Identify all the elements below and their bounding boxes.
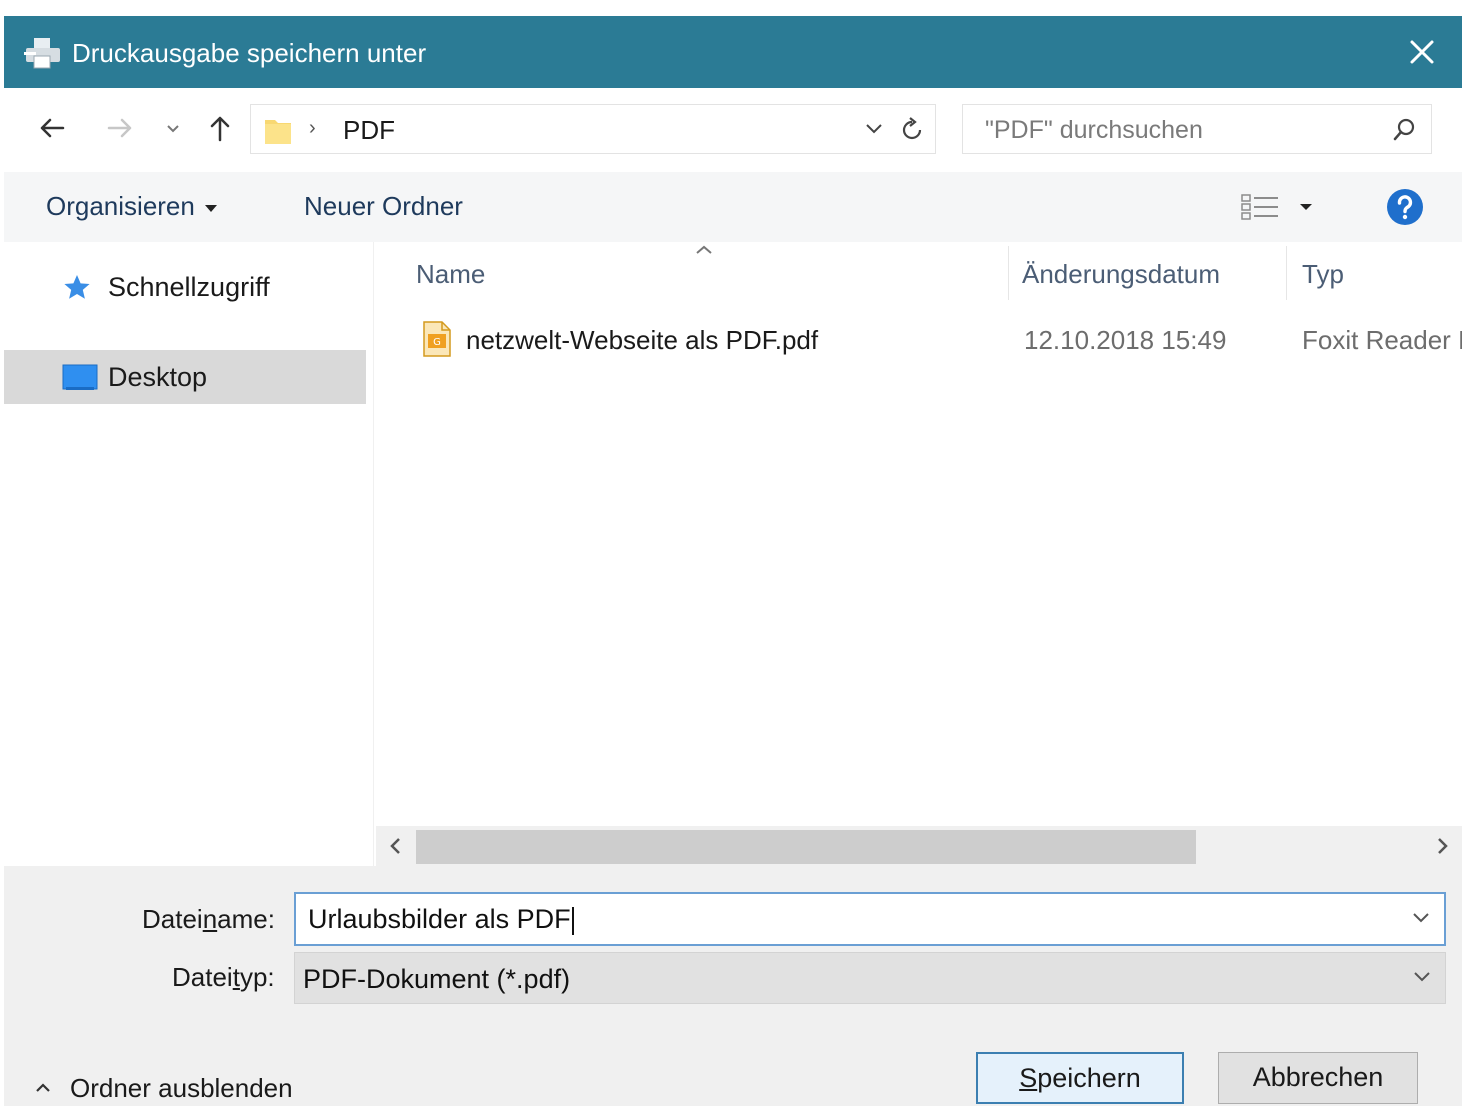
- chevron-down-icon[interactable]: [1411, 969, 1433, 985]
- hide-folders-button[interactable]: Ordner ausblenden: [34, 1072, 293, 1104]
- details-view-icon: [1241, 194, 1278, 220]
- folder-icon: [265, 120, 291, 144]
- column-divider[interactable]: [1286, 246, 1287, 300]
- column-divider[interactable]: [1008, 246, 1009, 300]
- address-bar[interactable]: › PDF: [250, 104, 936, 154]
- search-icon[interactable]: [1391, 117, 1417, 143]
- save-button[interactable]: Speichern: [976, 1052, 1184, 1104]
- column-header-name[interactable]: Name: [416, 258, 485, 290]
- title-bar[interactable]: Druckausgabe speichern unter: [4, 16, 1462, 88]
- pdf-file-icon: G: [423, 321, 451, 357]
- file-list: Name Änderungsdatum Typ G netzwelt-Webse…: [376, 242, 1462, 826]
- scroll-right-icon[interactable]: [1432, 834, 1452, 858]
- caret-down-icon: [204, 204, 217, 212]
- recent-locations-button[interactable]: [160, 108, 186, 148]
- up-button[interactable]: [200, 108, 240, 148]
- chevron-up-icon: [36, 1083, 50, 1092]
- sort-ascending-icon: [696, 245, 712, 254]
- arrow-right-icon: [107, 118, 132, 138]
- horizontal-scrollbar[interactable]: [376, 826, 1462, 866]
- save-options-panel: Dateiname: Urlaubsbilder als PDF Dateity…: [4, 866, 1462, 1106]
- table-row[interactable]: G netzwelt-Webseite als PDF.pdf 12.10.20…: [376, 312, 1462, 366]
- refresh-icon[interactable]: [897, 115, 927, 145]
- file-type: Foxit Reader PDF Document: [1302, 325, 1462, 355]
- nav-item-quick-access[interactable]: Schnellzugriff: [4, 260, 366, 314]
- back-button[interactable]: [32, 108, 72, 148]
- command-bar: Organisieren Neuer Ordner: [4, 172, 1462, 242]
- help-icon[interactable]: [1386, 188, 1424, 226]
- navigation-bar: › PDF "PDF" durchsuchen: [4, 88, 1462, 172]
- hide-folders-label: Ordner ausblenden: [70, 1073, 293, 1103]
- view-options-button[interactable]: [1240, 190, 1314, 224]
- scroll-left-icon[interactable]: [386, 834, 406, 858]
- printer-icon: [24, 38, 60, 69]
- filetype-value: PDF-Dokument (*.pdf): [303, 964, 571, 994]
- nav-item-label: Schnellzugriff: [108, 272, 270, 302]
- chevron-down-icon: [167, 125, 179, 133]
- desktop-icon: [62, 364, 98, 390]
- search-input[interactable]: "PDF" durchsuchen: [985, 115, 1203, 145]
- svg-text:G: G: [433, 337, 441, 348]
- breadcrumb[interactable]: PDF: [343, 115, 395, 145]
- chevron-down-icon[interactable]: [1410, 910, 1432, 926]
- navigation-pane: Schnellzugriff Desktop: [4, 242, 374, 866]
- cancel-button[interactable]: Abbrechen: [1218, 1052, 1418, 1104]
- path-separator: ›: [309, 117, 316, 139]
- nav-item-desktop[interactable]: Desktop: [4, 350, 366, 404]
- arrow-left-icon: [40, 118, 65, 138]
- filetype-select[interactable]: PDF-Dokument (*.pdf): [294, 952, 1446, 1004]
- chevron-down-icon[interactable]: [863, 119, 885, 137]
- filename-label: Dateiname:: [142, 904, 275, 934]
- nav-item-label: Desktop: [108, 362, 208, 392]
- filetype-label: Dateityp:: [172, 962, 275, 992]
- window-title: Druckausgabe speichern unter: [72, 38, 427, 68]
- file-name: netzwelt-Webseite als PDF.pdf: [466, 325, 819, 355]
- organize-button[interactable]: Organisieren: [46, 190, 217, 222]
- organize-label: Organisieren: [46, 191, 195, 221]
- file-date: 12.10.2018 15:49: [1024, 325, 1227, 355]
- star-icon: [64, 275, 90, 299]
- filename-input[interactable]: Urlaubsbilder als PDF: [308, 903, 574, 935]
- caret-down-icon: [1300, 204, 1312, 210]
- scrollbar-thumb[interactable]: [416, 830, 1196, 864]
- forward-button[interactable]: [100, 108, 140, 148]
- save-dialog: Druckausgabe speichern unter › PDF "PDF"…: [4, 16, 1462, 1106]
- column-header-date[interactable]: Änderungsdatum: [1022, 258, 1220, 290]
- text-cursor: [571, 906, 574, 935]
- arrow-up-icon: [210, 116, 230, 142]
- new-folder-button[interactable]: Neuer Ordner: [304, 190, 463, 222]
- filename-field[interactable]: Urlaubsbilder als PDF: [294, 892, 1446, 946]
- column-header-type[interactable]: Typ: [1302, 258, 1344, 290]
- search-box[interactable]: "PDF" durchsuchen: [962, 104, 1432, 154]
- close-icon[interactable]: [1400, 30, 1444, 74]
